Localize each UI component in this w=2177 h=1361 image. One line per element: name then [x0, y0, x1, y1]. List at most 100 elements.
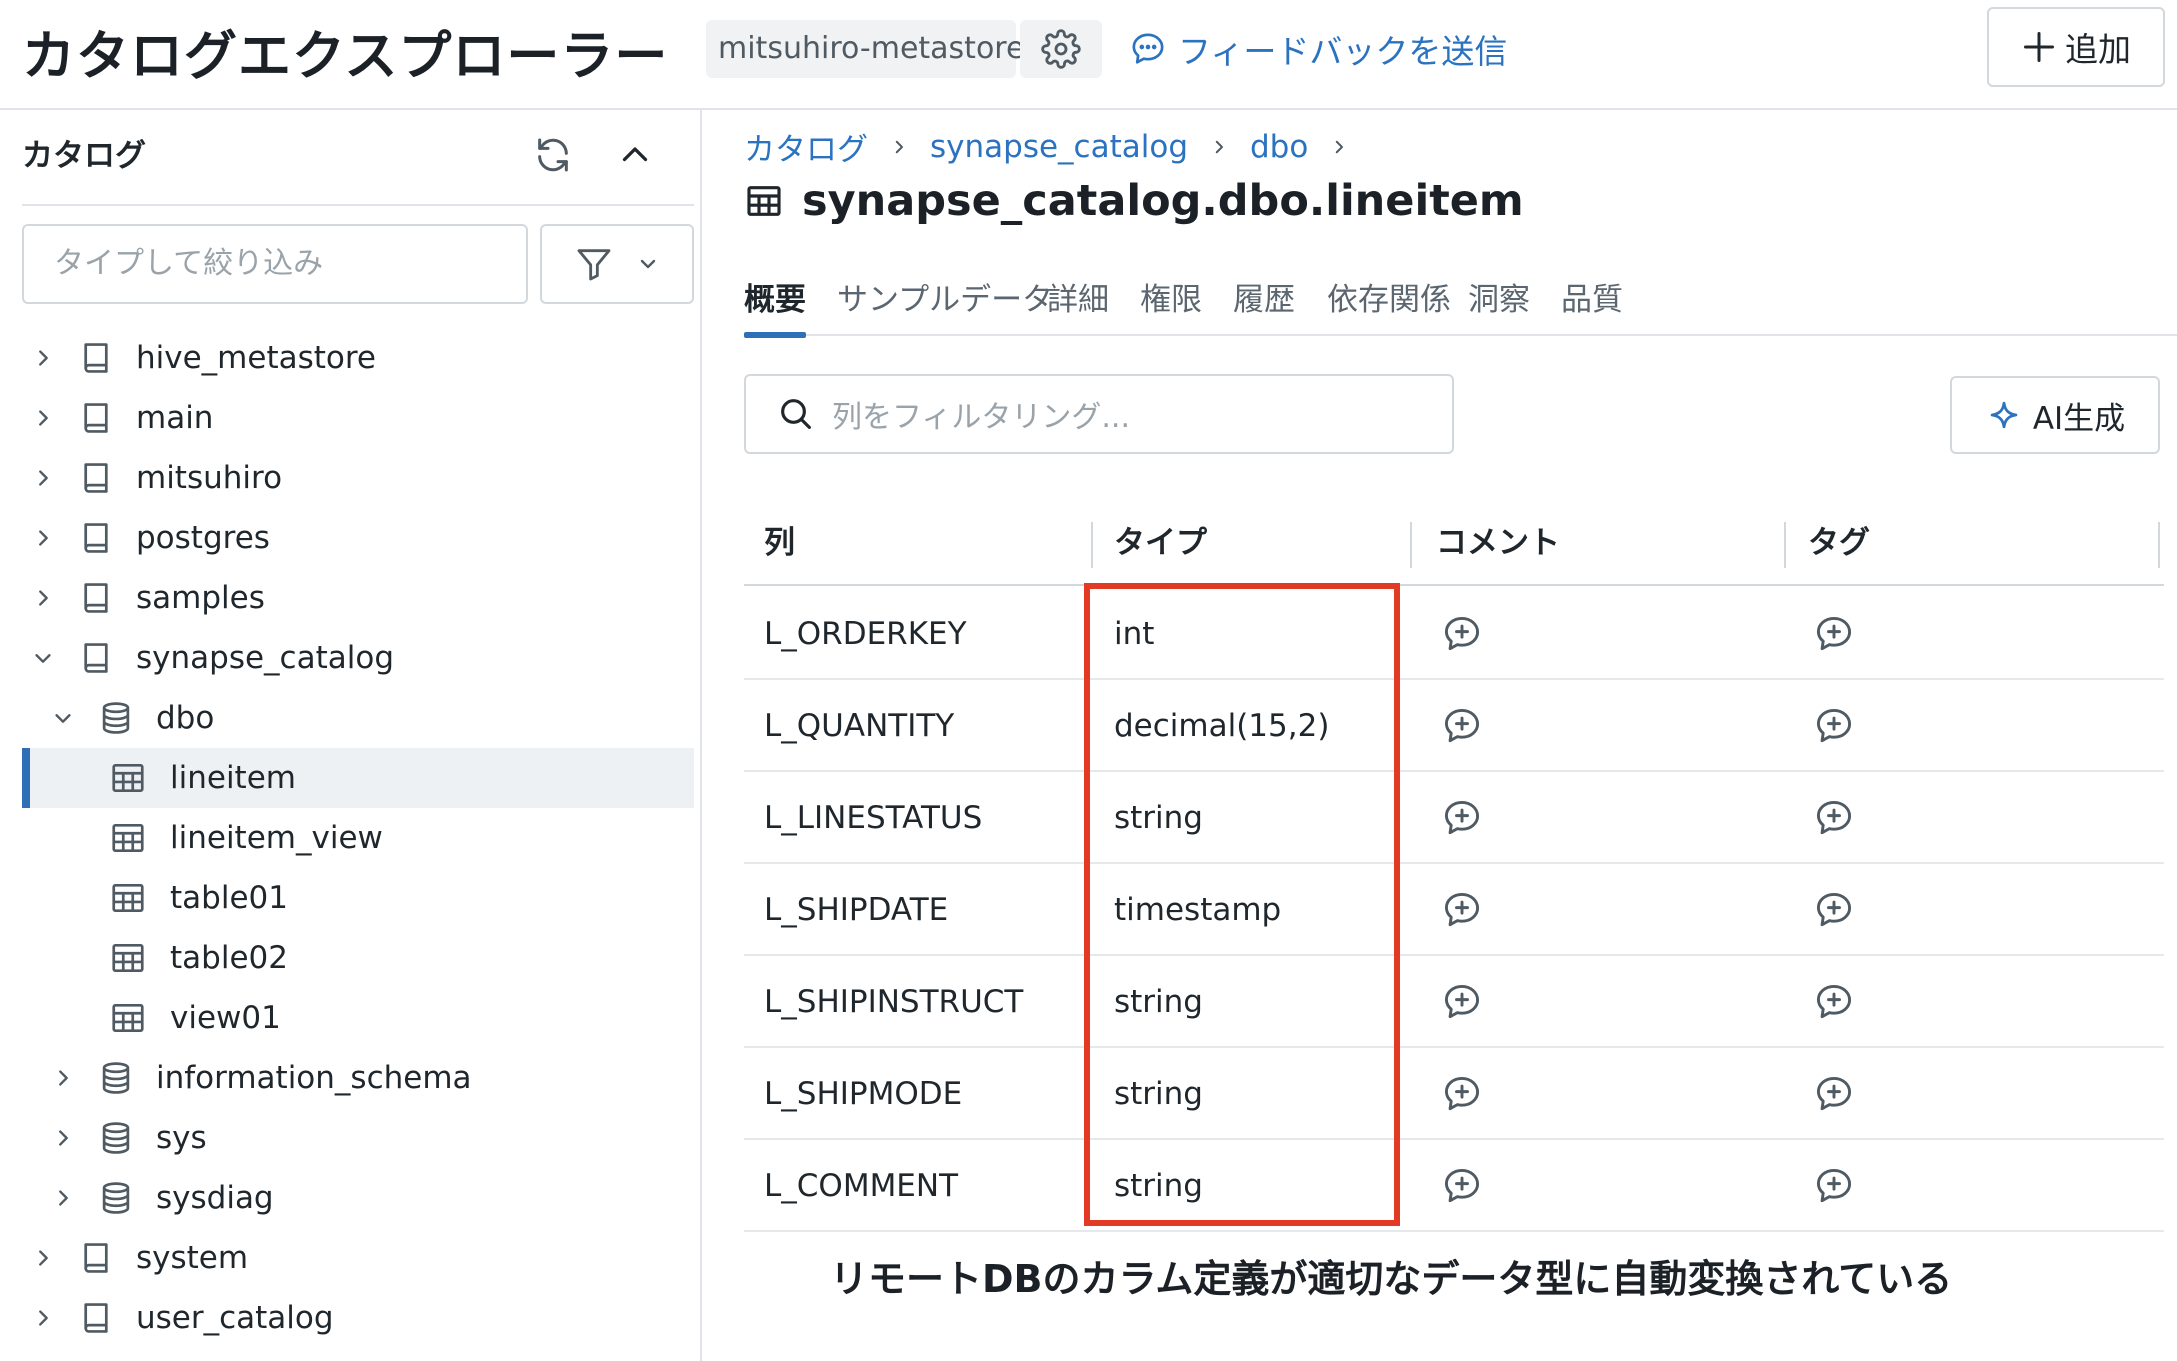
tab-2[interactable]: 詳細 — [1047, 274, 1109, 334]
tab-7[interactable]: 品質 — [1561, 274, 1623, 334]
add-tag-icon[interactable] — [1812, 980, 1856, 1024]
chevron-down-icon[interactable] — [28, 643, 58, 673]
add-comment-icon[interactable] — [1440, 980, 1484, 1024]
column-divider[interactable] — [2158, 522, 2160, 568]
column-type-cell: int — [1114, 616, 1155, 652]
add-comment-icon[interactable] — [1440, 888, 1484, 932]
tab-1[interactable]: サンプルデータ — [837, 274, 1053, 334]
chevron-right-icon — [1208, 136, 1230, 158]
column-type-cell: string — [1114, 984, 1203, 1020]
add-tag-icon[interactable] — [1812, 1072, 1856, 1116]
add-tag-icon[interactable] — [1812, 612, 1856, 656]
catalog-book-icon — [76, 398, 116, 438]
chevron-right-icon[interactable] — [28, 583, 58, 613]
add-comment-icon[interactable] — [1440, 1072, 1484, 1116]
tree-item-hive-metastore[interactable]: hive_metastore — [22, 328, 694, 388]
tree-item-label: sys — [156, 1120, 207, 1156]
chevron-up-icon — [617, 137, 653, 173]
column-filter-input[interactable]: 列をフィルタリング... — [744, 374, 1454, 454]
tab-5[interactable]: 依存関係 — [1327, 274, 1451, 334]
add-tag-icon[interactable] — [1812, 796, 1856, 840]
tree-item-table02[interactable]: table02 — [22, 928, 694, 988]
chevron-right-icon[interactable] — [48, 1183, 78, 1213]
tree-item-synapse-catalog[interactable]: synapse_catalog — [22, 628, 694, 688]
table-row[interactable]: L_SHIPDATE timestamp — [744, 864, 2164, 956]
metastore-settings-button[interactable] — [1020, 20, 1102, 78]
chevron-right-icon[interactable] — [28, 343, 58, 373]
tree-item-information-schema[interactable]: information_schema — [22, 1048, 694, 1108]
add-comment-icon[interactable] — [1440, 704, 1484, 748]
filter-dropdown-button[interactable] — [540, 224, 694, 304]
add-comment-icon[interactable] — [1440, 612, 1484, 656]
breadcrumb-dbo[interactable]: dbo — [1250, 129, 1308, 165]
tree-item-label: sysdiag — [156, 1180, 274, 1216]
column-divider[interactable] — [1091, 522, 1093, 568]
add-tag-icon[interactable] — [1812, 704, 1856, 748]
tree-item-user-catalog[interactable]: user_catalog — [22, 1288, 694, 1348]
header-type[interactable]: タイプ — [1114, 500, 1207, 586]
tree-item-lineitem-view[interactable]: lineitem_view — [22, 808, 694, 868]
tree-item-sys[interactable]: sys — [22, 1108, 694, 1168]
tab-4[interactable]: 履歴 — [1233, 274, 1295, 334]
feedback-link[interactable]: フィードバックを送信 — [1128, 26, 1507, 72]
catalog-book-icon — [76, 458, 116, 498]
header-comment[interactable]: コメント — [1436, 500, 1560, 586]
tree-item-postgres[interactable]: postgres — [22, 508, 694, 568]
column-divider[interactable] — [1410, 522, 1412, 568]
chevron-down-icon[interactable] — [48, 703, 78, 733]
chevron-right-icon — [1328, 136, 1350, 158]
table-row[interactable]: L_COMMENT string — [744, 1140, 2164, 1232]
refresh-button[interactable] — [530, 132, 576, 178]
tree-item-table01[interactable]: table01 — [22, 868, 694, 928]
tree-item-view01[interactable]: view01 — [22, 988, 694, 1048]
table-row[interactable]: L_SHIPMODE string — [744, 1048, 2164, 1140]
add-button[interactable]: 追加 — [1987, 7, 2165, 87]
table-row[interactable]: L_ORDERKEY int — [744, 588, 2164, 680]
ai-generate-button[interactable]: AI生成 — [1950, 376, 2160, 454]
header-tags[interactable]: タグ — [1808, 500, 1870, 586]
breadcrumb-catalog[interactable]: カタログ — [744, 124, 868, 169]
catalog-book-icon — [76, 1238, 116, 1278]
tree-item-samples[interactable]: samples — [22, 568, 694, 628]
tab-bar: 概要 サンプルデータ 詳細 権限 履歴 依存関係 洞察 品質 — [744, 270, 2177, 338]
add-comment-icon[interactable] — [1440, 796, 1484, 840]
tree-item-label: user_catalog — [136, 1300, 334, 1336]
chevron-right-icon[interactable] — [28, 1303, 58, 1333]
header-column[interactable]: 列 — [764, 500, 795, 586]
tree-item-label: postgres — [136, 520, 270, 556]
table-icon — [108, 818, 148, 858]
chevron-right-icon[interactable] — [48, 1063, 78, 1093]
catalog-filter-input[interactable]: タイプして絞り込み — [22, 224, 528, 304]
add-comment-icon[interactable] — [1440, 1164, 1484, 1208]
table-header-row: 列 タイプ コメント タグ — [744, 500, 2164, 586]
tree-item-lineitem[interactable]: lineitem — [22, 748, 694, 808]
table-row[interactable]: L_SHIPINSTRUCT string — [744, 956, 2164, 1048]
tree-item-label: table01 — [170, 880, 288, 916]
table-row[interactable]: L_QUANTITY decimal(15,2) — [744, 680, 2164, 772]
chevron-right-icon[interactable] — [28, 1243, 58, 1273]
page-title: カタログエクスプローラー — [22, 26, 669, 87]
chevron-right-icon[interactable] — [28, 403, 58, 433]
chevron-right-icon[interactable] — [28, 523, 58, 553]
tree-item-mitsuhiro[interactable]: mitsuhiro — [22, 448, 694, 508]
tree-item-main[interactable]: main — [22, 388, 694, 448]
plus-icon — [2021, 29, 2057, 65]
column-divider[interactable] — [1784, 522, 1786, 568]
tab-3[interactable]: 権限 — [1140, 274, 1202, 334]
tree-item-label: main — [136, 400, 214, 436]
chevron-right-icon[interactable] — [48, 1123, 78, 1153]
table-row[interactable]: L_LINESTATUS string — [744, 772, 2164, 864]
database-icon — [96, 1058, 136, 1098]
add-tag-icon[interactable] — [1812, 888, 1856, 932]
chevron-right-icon[interactable] — [28, 463, 58, 493]
tree-item-sysdiag[interactable]: sysdiag — [22, 1168, 694, 1228]
tree-item-dbo[interactable]: dbo — [22, 688, 694, 748]
collapse-button[interactable] — [612, 132, 658, 178]
breadcrumb-synapse-catalog[interactable]: synapse_catalog — [930, 129, 1188, 165]
tab-0[interactable]: 概要 — [744, 274, 806, 338]
tab-6[interactable]: 洞察 — [1468, 274, 1530, 334]
add-tag-icon[interactable] — [1812, 1164, 1856, 1208]
sparkle-icon — [1985, 396, 2023, 434]
tree-item-system[interactable]: system — [22, 1228, 694, 1288]
metastore-chip[interactable]: mitsuhiro-metastore — [706, 20, 1024, 78]
